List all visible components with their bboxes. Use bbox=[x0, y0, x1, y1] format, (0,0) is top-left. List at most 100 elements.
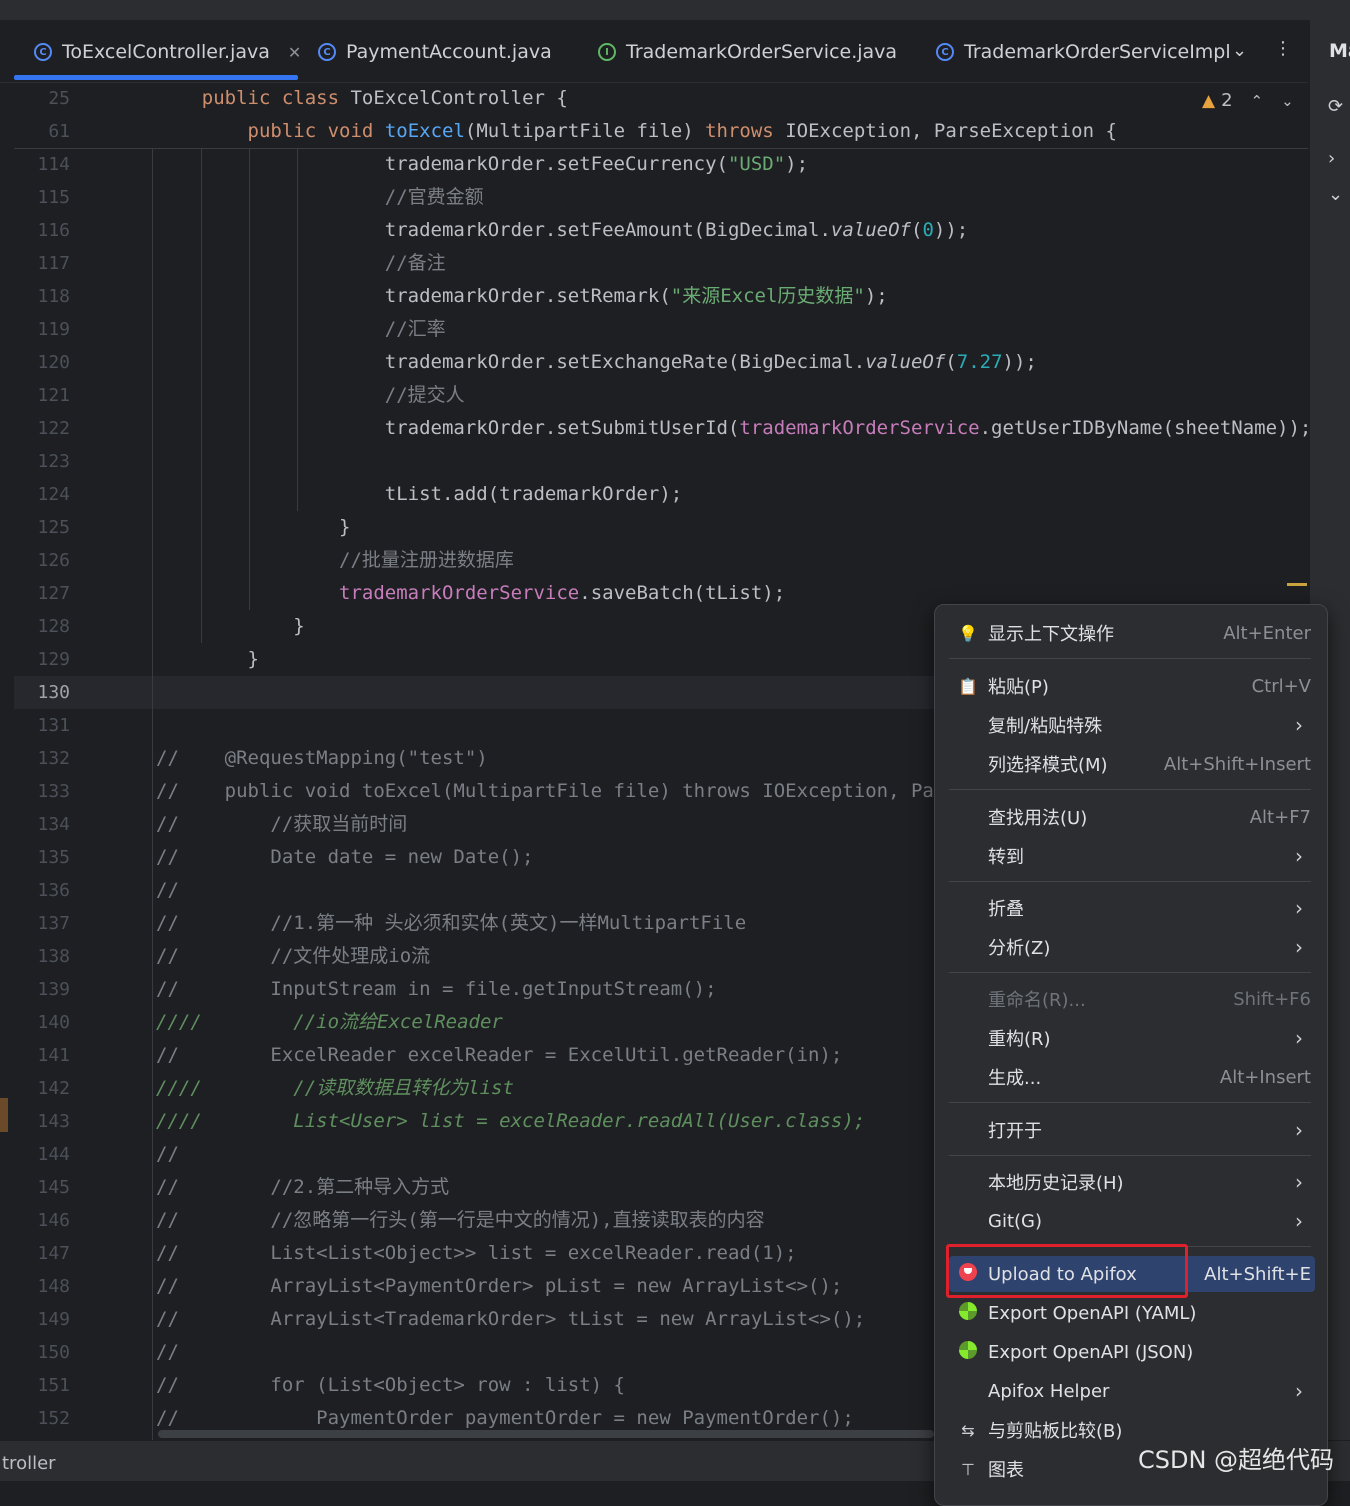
code-text[interactable]: // //1.第一种 头必须和实体(英文)一样MultipartFile bbox=[156, 907, 746, 940]
code-text[interactable]: public class ToExcelController { bbox=[156, 82, 568, 115]
code-text[interactable]: trademarkOrderService.saveBatch(tList); bbox=[156, 577, 785, 610]
code-text[interactable]: trademarkOrder.setSubmitUserId(trademark… bbox=[156, 412, 1308, 445]
code-text[interactable]: // for (List<Object> row : list) { bbox=[156, 1369, 625, 1402]
refresh-icon[interactable]: ⟳ bbox=[1328, 96, 1343, 117]
menu-item[interactable]: 本地历史记录(H) › bbox=[949, 1164, 1315, 1200]
menu-item[interactable]: 📋 粘贴(P) Ctrl+V bbox=[949, 668, 1315, 704]
code-line[interactable]: 25 public class ToExcelController { bbox=[14, 82, 1308, 115]
tab-paymentaccount[interactable]: C PaymentAccount.java bbox=[318, 38, 552, 66]
tab-toexcelcontroller[interactable]: C ToExcelController.java ✕ bbox=[34, 38, 301, 66]
chevron-up-icon[interactable]: ⌃ bbox=[1251, 92, 1264, 110]
line-number[interactable]: 122 bbox=[14, 412, 70, 445]
code-line[interactable]: 120 trademarkOrder.setExchangeRate(BigDe… bbox=[14, 346, 1308, 379]
line-number[interactable]: 148 bbox=[14, 1270, 70, 1303]
code-text[interactable]: // ExcelReader excelReader = ExcelUtil.g… bbox=[156, 1039, 842, 1072]
line-number[interactable]: 120 bbox=[14, 346, 70, 379]
chevron-right-icon[interactable]: › bbox=[1328, 148, 1335, 169]
inspection-widget[interactable]: ▲ 2 ⌃ ⌄ bbox=[1202, 90, 1294, 111]
code-text[interactable]: //官费金额 bbox=[156, 181, 484, 214]
code-text[interactable]: trademarkOrder.setExchangeRate(BigDecima… bbox=[156, 346, 1037, 379]
code-text[interactable]: // ArrayList<PaymentOrder> pList = new A… bbox=[156, 1270, 842, 1303]
line-number[interactable]: 150 bbox=[14, 1336, 70, 1369]
more-vertical-icon[interactable]: ⋮ bbox=[1274, 38, 1292, 59]
menu-item[interactable]: Export OpenAPI (YAML) bbox=[949, 1295, 1315, 1331]
code-text[interactable]: } bbox=[156, 610, 304, 643]
menu-item[interactable]: 重构(R) › bbox=[949, 1020, 1315, 1056]
line-number[interactable]: 149 bbox=[14, 1303, 70, 1336]
line-number[interactable]: 118 bbox=[14, 280, 70, 313]
line-number[interactable]: 135 bbox=[14, 841, 70, 874]
code-text[interactable]: // ArrayList<TrademarkOrder> tList = new… bbox=[156, 1303, 865, 1336]
line-number[interactable]: 136 bbox=[14, 874, 70, 907]
line-number[interactable]: 131 bbox=[14, 709, 70, 742]
menu-item[interactable]: 打开于 › bbox=[949, 1112, 1315, 1148]
menu-item[interactable]: 查找用法(U) Alt+F7 bbox=[949, 799, 1315, 835]
code-text[interactable]: // @RequestMapping("test") bbox=[156, 742, 488, 775]
line-number[interactable]: 151 bbox=[14, 1369, 70, 1402]
code-text[interactable]: } bbox=[156, 511, 350, 544]
line-number[interactable]: 146 bbox=[14, 1204, 70, 1237]
tab-trademarkorderservice[interactable]: I TrademarkOrderService.java bbox=[598, 38, 897, 66]
line-number[interactable]: 126 bbox=[14, 544, 70, 577]
code-line[interactable]: 115 //官费金额 bbox=[14, 181, 1308, 214]
line-number[interactable]: 140 bbox=[14, 1006, 70, 1039]
code-line[interactable]: 124 tList.add(trademarkOrder); bbox=[14, 478, 1308, 511]
line-number[interactable]: 134 bbox=[14, 808, 70, 841]
menu-item[interactable]: 折叠 › bbox=[949, 890, 1315, 926]
code-text[interactable]: //汇率 bbox=[156, 313, 446, 346]
line-number[interactable]: 145 bbox=[14, 1171, 70, 1204]
line-number[interactable]: 114 bbox=[14, 148, 70, 181]
code-text[interactable]: trademarkOrder.setFeeAmount(BigDecimal.v… bbox=[156, 214, 968, 247]
line-number[interactable]: 143 bbox=[14, 1105, 70, 1138]
line-number[interactable]: 133 bbox=[14, 775, 70, 808]
code-text[interactable]: //提交人 bbox=[156, 379, 465, 412]
code-text[interactable]: //备注 bbox=[156, 247, 446, 280]
code-text[interactable]: // //忽略第一行头(第一行是中文的情况),直接读取表的内容 bbox=[156, 1204, 765, 1237]
line-number[interactable]: 125 bbox=[14, 511, 70, 544]
chevron-down-icon[interactable]: ⌄ bbox=[1281, 92, 1294, 110]
menu-item[interactable]: Apifox Helper › bbox=[949, 1373, 1315, 1409]
line-number[interactable]: 132 bbox=[14, 742, 70, 775]
line-number[interactable]: 124 bbox=[14, 478, 70, 511]
code-text[interactable]: // List<List<Object>> list = excelReader… bbox=[156, 1237, 797, 1270]
horizontal-scrollbar[interactable] bbox=[158, 1430, 934, 1438]
code-text[interactable]: } bbox=[156, 643, 259, 676]
code-text[interactable]: // Date date = new Date(); bbox=[156, 841, 534, 874]
breadcrumb[interactable]: troller bbox=[2, 1453, 56, 1474]
code-line[interactable]: 126 //批量注册进数据库 bbox=[14, 544, 1308, 577]
maven-panel-label[interactable]: Ma bbox=[1329, 40, 1350, 62]
line-number[interactable]: 61 bbox=[14, 115, 70, 148]
code-line[interactable]: 118 trademarkOrder.setRemark("来源Excel历史数… bbox=[14, 280, 1308, 313]
line-number[interactable]: 121 bbox=[14, 379, 70, 412]
code-text[interactable]: trademarkOrder.setFeeCurrency("USD"); bbox=[156, 148, 808, 181]
chevron-down-icon[interactable]: ⌄ bbox=[1328, 184, 1343, 205]
menu-item[interactable]: Git(G) › bbox=[949, 1203, 1315, 1239]
code-line[interactable]: 125 } bbox=[14, 511, 1308, 544]
code-line[interactable]: 61 public void toExcel(MultipartFile fil… bbox=[14, 115, 1308, 148]
menu-item[interactable]: 转到 › bbox=[949, 838, 1315, 874]
line-number[interactable]: 116 bbox=[14, 214, 70, 247]
line-number[interactable]: 128 bbox=[14, 610, 70, 643]
code-line[interactable]: 117 //备注 bbox=[14, 247, 1308, 280]
code-text[interactable]: public void toExcel(MultipartFile file) … bbox=[156, 115, 1117, 148]
menu-item[interactable]: 生成... Alt+Insert bbox=[949, 1059, 1315, 1095]
line-number[interactable]: 147 bbox=[14, 1237, 70, 1270]
line-number[interactable]: 141 bbox=[14, 1039, 70, 1072]
line-number[interactable]: 127 bbox=[14, 577, 70, 610]
code-text[interactable]: // bbox=[156, 1336, 179, 1369]
code-text[interactable]: //// //读取数据且转化为list bbox=[156, 1072, 514, 1105]
line-number[interactable]: 119 bbox=[14, 313, 70, 346]
code-line[interactable]: 121 //提交人 bbox=[14, 379, 1308, 412]
code-text[interactable]: // //文件处理成io流 bbox=[156, 940, 430, 973]
code-text[interactable]: // InputStream in = file.getInputStream(… bbox=[156, 973, 717, 1006]
code-text[interactable]: //// //io流给ExcelReader bbox=[156, 1006, 503, 1039]
line-number[interactable]: 123 bbox=[14, 445, 70, 478]
line-number[interactable]: 138 bbox=[14, 940, 70, 973]
code-text[interactable]: //// List<User> list = excelReader.readA… bbox=[156, 1105, 865, 1138]
code-line[interactable]: 122 trademarkOrder.setSubmitUserId(trade… bbox=[14, 412, 1308, 445]
chevron-down-icon[interactable]: ⌄ bbox=[1232, 40, 1247, 61]
code-text[interactable]: // bbox=[156, 1138, 179, 1171]
code-text[interactable]: //批量注册进数据库 bbox=[156, 544, 514, 577]
line-number[interactable]: 117 bbox=[14, 247, 70, 280]
menu-item[interactable]: 💡 显示上下文操作 Alt+Enter bbox=[949, 615, 1315, 651]
